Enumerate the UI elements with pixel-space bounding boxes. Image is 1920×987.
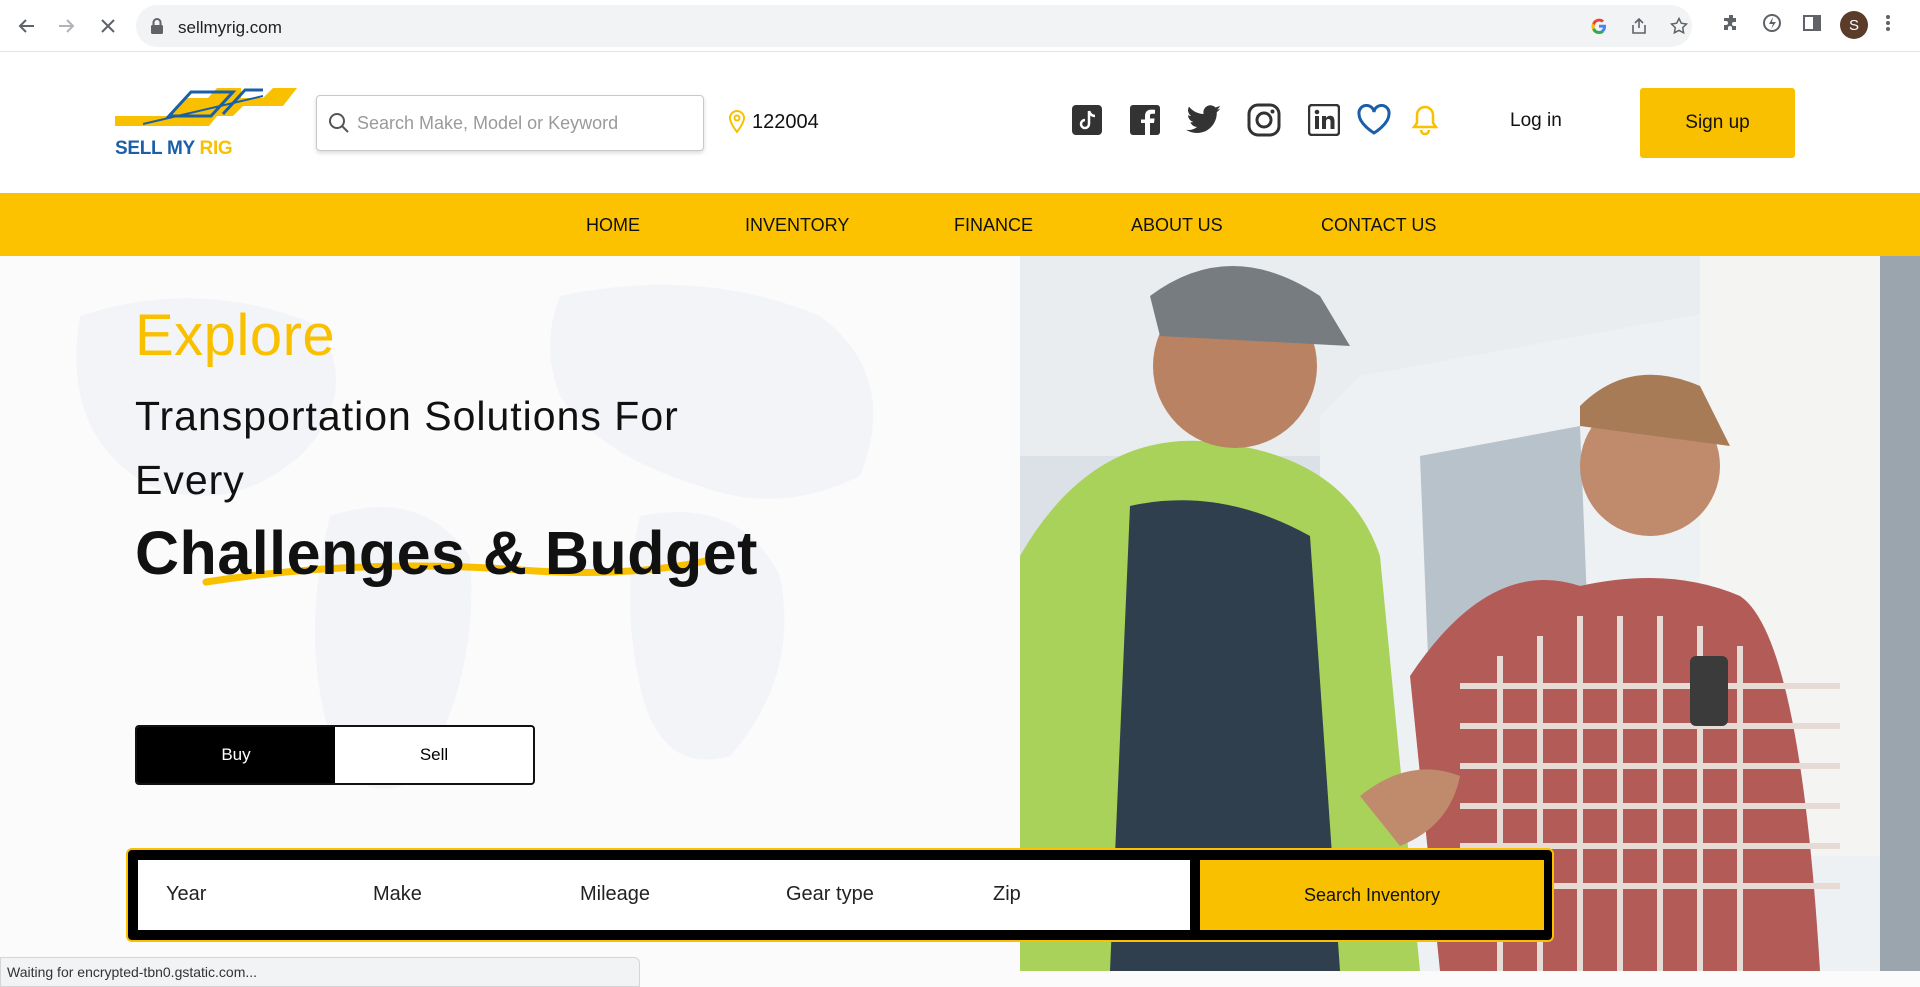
browser-toolbar: sellmyrig.com S [0,0,1920,52]
signup-button[interactable]: Sign up [1640,88,1795,158]
tiktok-link[interactable] [1069,102,1105,138]
lock-icon [151,18,163,34]
more-vertical-icon[interactable] [1885,13,1891,33]
performance-icon[interactable] [1762,13,1782,33]
linkedin-link[interactable] [1306,102,1342,138]
login-link[interactable]: Log in [1510,110,1562,132]
search-icon [329,113,349,133]
linkedin-icon [1308,104,1340,136]
star-icon[interactable] [1670,17,1688,35]
nav-contact-us[interactable]: CONTACT US [1321,215,1436,236]
sell-tab[interactable]: Sell [335,727,533,783]
tiktok-icon [1072,105,1102,135]
map-pin-icon [728,110,746,134]
bell-icon [1411,105,1439,136]
twitter-link[interactable] [1186,102,1222,138]
hero-tagline-emphasis: Challenges & Budget [135,519,758,587]
side-panel-icon[interactable] [1802,13,1822,33]
share-icon[interactable] [1630,17,1648,35]
url-text: sellmyrig.com [178,18,282,37]
year-field[interactable]: Year [166,883,206,906]
browser-status-bar: Waiting for encrypted-tbn0.gstatic.com..… [0,957,640,987]
search-inventory-button[interactable]: Search Inventory [1200,860,1544,930]
logo-text[interactable]: SELL MY RIG [115,138,233,160]
buy-tab[interactable]: Buy [137,727,335,783]
stop-loading-button[interactable] [93,11,123,41]
instagram-icon [1247,103,1281,137]
facebook-icon [1130,105,1160,135]
hero-explore: Explore [135,303,336,368]
arrow-left-icon [18,19,34,33]
filter-fields: Year Make Mileage Gear type Zip [138,860,1190,930]
location-zip: 122004 [752,110,819,133]
keyword-search[interactable] [316,95,704,151]
twitter-icon [1186,105,1221,133]
location-selector[interactable]: 122004 [728,110,819,134]
main-navigation: HOME INVENTORY FINANCE ABOUT US CONTACT … [0,193,1920,256]
profile-avatar[interactable]: S [1840,11,1868,39]
nav-about-us[interactable]: ABOUT US [1131,215,1223,236]
instagram-link[interactable] [1246,102,1282,138]
nav-inventory[interactable]: INVENTORY [745,215,849,236]
nav-finance[interactable]: FINANCE [954,215,1033,236]
google-icon[interactable] [1590,17,1608,35]
nav-home[interactable]: HOME [586,215,640,236]
inventory-filter-bar: Year Make Mileage Gear type Zip Search I… [126,848,1554,942]
logo-text-sellmy: SELL MY [115,138,200,159]
puzzle-icon[interactable] [1721,13,1741,33]
buy-sell-toggle: Buy Sell [135,725,535,785]
site-header: SELL MY RIG 122004 Log in Sign up [0,52,1920,193]
notifications-link[interactable] [1407,102,1443,138]
close-icon [101,19,115,33]
zip-field[interactable]: Zip [993,883,1021,906]
gear-type-field[interactable]: Gear type [786,883,874,906]
heart-icon [1357,104,1391,135]
make-field[interactable]: Make [373,883,422,906]
facebook-link[interactable] [1127,102,1163,138]
back-button[interactable] [12,11,42,41]
hero-section: Explore Transportation Solutions For Eve… [0,256,1920,987]
arrow-right-icon [59,19,75,33]
search-input[interactable] [357,106,687,140]
favorites-link[interactable] [1356,102,1392,138]
forward-button[interactable] [51,11,81,41]
address-bar[interactable]: sellmyrig.com [136,5,1692,47]
logo-text-rig: RIG [199,138,233,159]
hero-tagline: Transportation Solutions For Every [135,393,679,503]
mileage-field[interactable]: Mileage [580,883,650,906]
